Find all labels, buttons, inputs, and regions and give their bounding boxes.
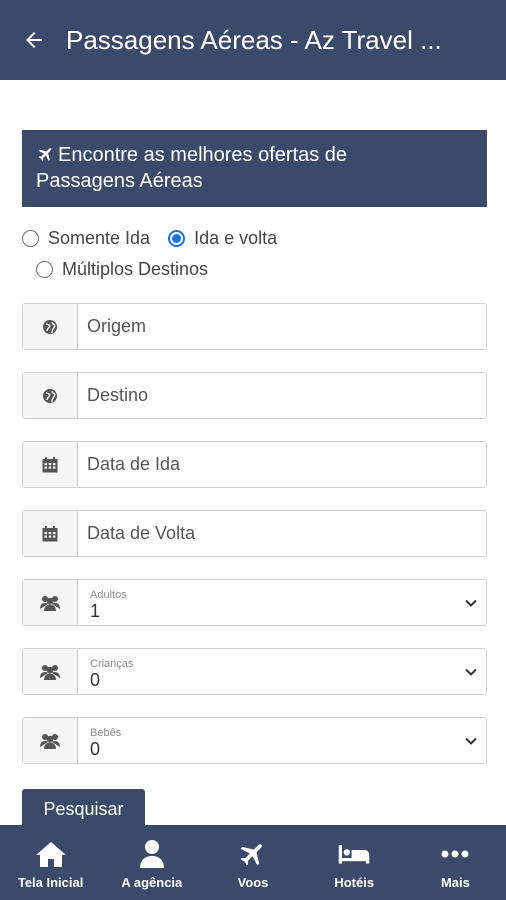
chevron-down-icon xyxy=(465,737,477,745)
group-icon xyxy=(23,580,78,625)
calendar-icon xyxy=(23,511,78,556)
app-bar: Passagens Aéreas - Az Travel ... xyxy=(0,0,506,80)
radio-multi-city[interactable]: Múltiplos Destinos xyxy=(36,259,208,280)
radio-label: Múltiplos Destinos xyxy=(62,258,209,279)
nav-label: Tela Inicial xyxy=(17,875,84,890)
bottom-nav: Tela Inicial A agência Voos Hotéis Mais xyxy=(0,825,506,900)
plane-icon xyxy=(237,839,269,869)
radio-label: Ida e volta xyxy=(194,227,278,248)
radio-label: Somente Ida xyxy=(48,227,151,248)
radio-round-trip[interactable]: Ida e volta xyxy=(168,228,277,249)
calendar-icon xyxy=(23,442,78,487)
chevron-down-icon xyxy=(465,668,477,676)
user-icon xyxy=(136,839,168,869)
departure-date-input[interactable]: Data de Ida xyxy=(78,442,486,487)
nav-label: A agência xyxy=(121,875,183,890)
babies-select[interactable]: Bebês 0 xyxy=(78,718,486,763)
trip-type-group: Somente Ida Ida e volta Múltiplos Destin… xyxy=(22,226,492,281)
chevron-down-icon xyxy=(465,599,477,607)
nav-label: Voos xyxy=(237,875,269,890)
children-value: 0 xyxy=(90,670,101,690)
adults-select[interactable]: Adultos 1 xyxy=(78,580,486,625)
banner-line-1: Encontre as melhores ofertas de xyxy=(58,144,348,166)
origin-field[interactable]: Origem xyxy=(22,303,487,350)
group-icon xyxy=(23,649,78,694)
offers-banner: Encontre as melhores ofertas de Passagen… xyxy=(22,130,487,207)
destination-field[interactable]: Destino xyxy=(22,372,487,419)
origin-input[interactable]: Origem xyxy=(78,304,486,349)
children-select[interactable]: Crianças 0 xyxy=(78,649,486,694)
nav-item-more[interactable]: Mais xyxy=(405,825,506,900)
babies-label: Bebês xyxy=(90,727,122,739)
banner-line-2: Passagens Aéreas xyxy=(36,170,203,192)
page-title: Passagens Aéreas - Az Travel ... xyxy=(66,24,442,55)
back-arrow-icon[interactable] xyxy=(22,28,46,52)
globe-icon xyxy=(23,373,78,418)
babies-select-field[interactable]: Bebês 0 xyxy=(22,717,487,764)
nav-item-hotels[interactable]: Hotéis xyxy=(304,825,405,900)
home-icon xyxy=(35,839,67,869)
nav-item-agency[interactable]: A agência xyxy=(101,825,202,900)
return-date-input[interactable]: Data de Volta xyxy=(78,511,486,556)
adults-value: 1 xyxy=(90,601,101,621)
children-label: Crianças xyxy=(90,658,134,670)
radio-one-way[interactable]: Somente Ida xyxy=(22,228,150,249)
radio-circle[interactable] xyxy=(36,260,53,278)
departure-date-field[interactable]: Data de Ida xyxy=(22,441,487,488)
radio-circle-checked[interactable] xyxy=(168,229,186,247)
children-select-field[interactable]: Crianças 0 xyxy=(22,648,487,695)
more-icon xyxy=(439,839,471,869)
destination-input[interactable]: Destino xyxy=(78,373,486,418)
globe-icon xyxy=(23,304,78,349)
babies-value: 0 xyxy=(90,739,101,759)
adults-label: Adultos xyxy=(90,589,127,601)
group-icon xyxy=(23,718,78,763)
nav-item-flights[interactable]: Voos xyxy=(202,825,303,900)
plane-icon xyxy=(36,144,56,162)
search-button[interactable]: Pesquisar xyxy=(22,789,145,829)
bed-icon xyxy=(338,839,370,869)
adults-select-field[interactable]: Adultos 1 xyxy=(22,579,487,626)
nav-label: Hotéis xyxy=(334,875,375,890)
nav-item-home[interactable]: Tela Inicial xyxy=(0,825,101,900)
return-date-field[interactable]: Data de Volta xyxy=(22,510,487,557)
nav-label: Mais xyxy=(440,875,470,890)
radio-circle[interactable] xyxy=(22,229,39,247)
